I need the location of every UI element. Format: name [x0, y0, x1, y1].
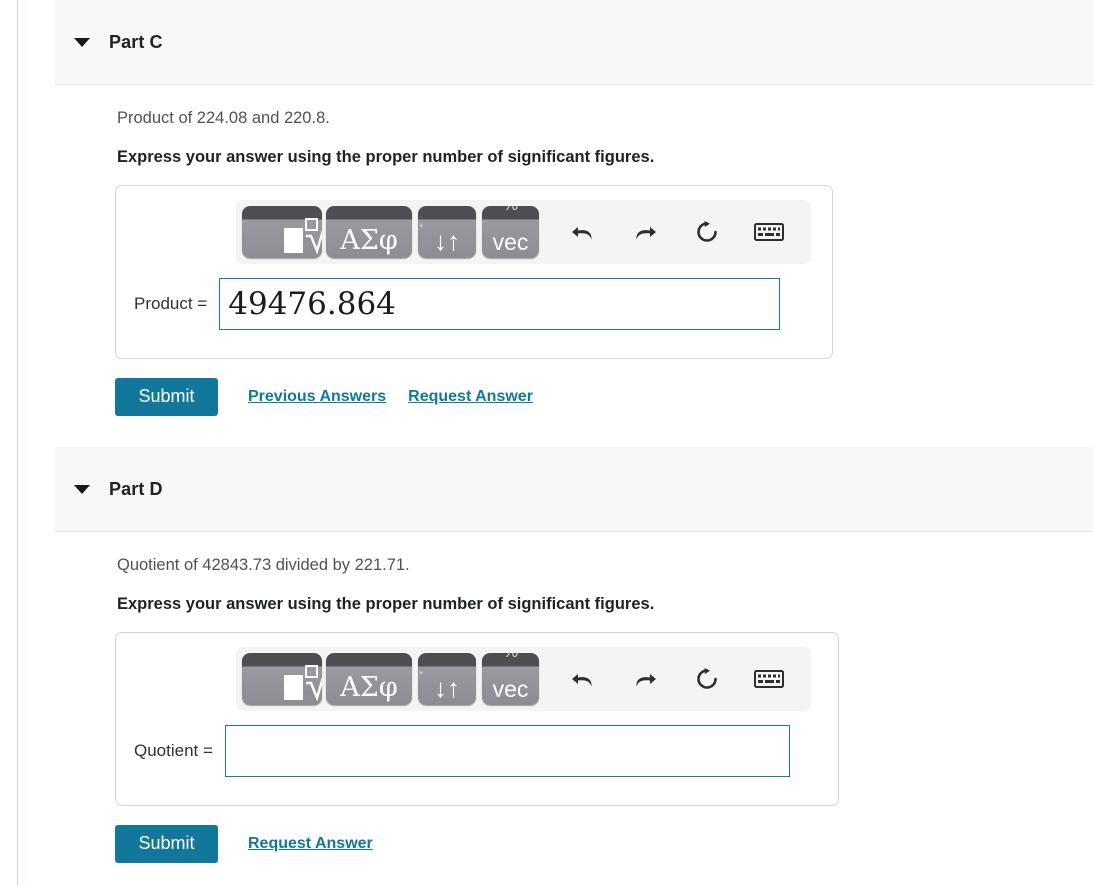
greek-symbols-key-c[interactable]: ΑΣφ — [326, 205, 412, 258]
vector-label: vec — [492, 675, 529, 702]
part-header-c[interactable]: Part C — [55, 0, 1093, 85]
redo-icon[interactable] — [623, 657, 667, 701]
help-icon[interactable]: ? — [809, 657, 811, 701]
star-peek-glyph: * — [419, 668, 424, 681]
template-root-key-d[interactable] — [242, 652, 322, 705]
math-toolbar-c: ΑΣφ * ↓↑ % vec — [236, 199, 811, 264]
answer-box-d: ΑΣφ * ↓↑ % vec — [115, 631, 839, 806]
collapse-caret-icon[interactable] — [74, 37, 90, 47]
keyboard-icon[interactable] — [747, 210, 791, 254]
reset-icon[interactable] — [685, 210, 729, 254]
part-title-d: Part D — [109, 478, 163, 499]
arrows-label: ↓↑ — [434, 672, 460, 703]
collapse-caret-icon[interactable] — [74, 484, 90, 494]
question-text-c: Product of 224.08 and 220.8. — [117, 109, 330, 127]
star-peek-glyph: * — [419, 221, 424, 234]
part-section-d: Part D Quotient of 42843.73 divided by 2… — [0, 447, 1093, 863]
template-root-key-c[interactable] — [242, 205, 322, 258]
arrows-key-c[interactable]: * ↓↑ — [418, 205, 476, 258]
math-toolbar-d: ΑΣφ * ↓↑ % vec — [236, 646, 811, 711]
answer-label-d: Quotient = — [134, 740, 213, 760]
action-row-c: Submit Previous Answers Request Answer — [115, 377, 1093, 416]
answer-input-d[interactable] — [224, 724, 790, 777]
greek-symbols-label: ΑΣφ — [340, 224, 398, 256]
vector-label: vec — [492, 228, 529, 255]
request-answer-link-c[interactable]: Request Answer — [408, 388, 533, 406]
answer-row-c: Product = — [116, 277, 832, 330]
help-icon[interactable]: ? — [809, 210, 811, 254]
redo-icon[interactable] — [623, 210, 667, 254]
question-text-d: Quotient of 42843.73 divided by 221.71. — [117, 556, 410, 574]
answer-input-c[interactable] — [219, 277, 781, 330]
answer-label-c: Product = — [134, 293, 208, 313]
request-answer-link-d[interactable]: Request Answer — [248, 835, 373, 853]
instruction-text-d: Express your answer using the proper num… — [117, 595, 655, 614]
answer-page: Part C Product of 224.08 and 220.8. Expr… — [0, 0, 1093, 886]
submit-button-c[interactable]: Submit — [115, 377, 218, 416]
part-section-c: Part C Product of 224.08 and 220.8. Expr… — [0, 0, 1093, 416]
keyboard-icon[interactable] — [747, 657, 791, 701]
undo-icon[interactable] — [561, 657, 605, 701]
answer-row-d: Quotient = — [116, 724, 838, 777]
greek-symbols-label: ΑΣφ — [340, 671, 398, 703]
reset-icon[interactable] — [685, 657, 729, 701]
part-title-c: Part C — [109, 31, 163, 52]
previous-answers-link-c[interactable]: Previous Answers — [248, 388, 386, 406]
action-row-d: Submit Request Answer — [115, 824, 1093, 863]
vector-key-d[interactable]: % vec — [482, 652, 539, 705]
vector-key-c[interactable]: % vec — [482, 205, 539, 258]
arrows-label: ↓↑ — [434, 225, 460, 256]
submit-button-d[interactable]: Submit — [115, 824, 218, 863]
arrows-key-d[interactable]: * ↓↑ — [418, 652, 476, 705]
instruction-text-c: Express your answer using the proper num… — [117, 148, 655, 167]
undo-icon[interactable] — [561, 210, 605, 254]
percent-peek-glyph: % — [503, 653, 518, 662]
percent-peek-glyph: % — [503, 206, 518, 215]
answer-box-c: ΑΣφ * ↓↑ % vec — [115, 184, 833, 359]
part-header-d[interactable]: Part D — [55, 447, 1093, 532]
greek-symbols-key-d[interactable]: ΑΣφ — [326, 652, 412, 705]
